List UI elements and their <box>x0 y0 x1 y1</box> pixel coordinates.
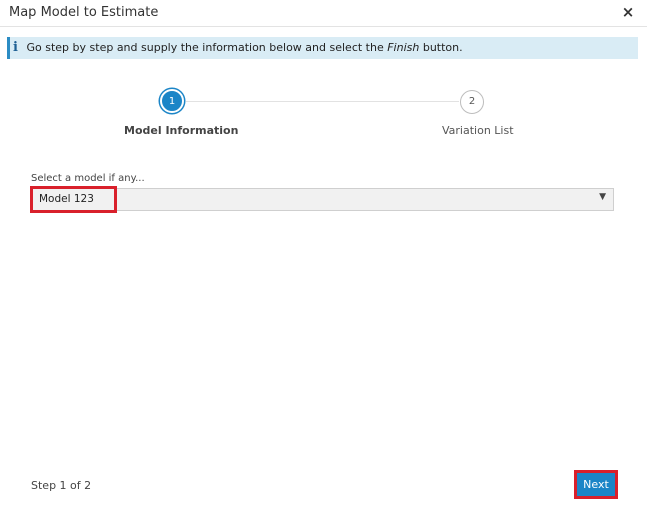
info-banner: i Go step by step and supply the informa… <box>7 37 638 59</box>
next-button[interactable]: Next <box>577 473 615 496</box>
dialog-title: Map Model to Estimate <box>9 5 159 20</box>
model-select-label: Select a model if any... <box>31 173 145 184</box>
map-model-dialog: Map Model to Estimate × i Go step by ste… <box>0 0 647 509</box>
dialog-header: Map Model to Estimate × <box>0 0 647 27</box>
info-icon: i <box>13 40 18 55</box>
info-text-before: Go step by step and supply the informati… <box>26 41 388 54</box>
close-icon[interactable]: × <box>621 2 635 22</box>
chevron-down-icon[interactable]: ▼ <box>599 192 606 202</box>
model-select-value: Model 123 <box>39 193 94 205</box>
info-text: Go step by step and supply the informati… <box>27 41 463 54</box>
step-counter: Step 1 of 2 <box>31 479 92 492</box>
model-select[interactable]: Model 123 ▼ <box>31 188 614 211</box>
info-text-after: button. <box>419 41 463 54</box>
step-2-label: Variation List <box>442 124 514 137</box>
step-2-indicator[interactable]: 2 <box>460 90 484 114</box>
stepper-connector <box>186 101 459 102</box>
info-text-emphasis: Finish <box>387 41 420 54</box>
step-1-indicator[interactable]: 1 <box>160 89 184 113</box>
step-1-label: Model Information <box>124 124 239 137</box>
